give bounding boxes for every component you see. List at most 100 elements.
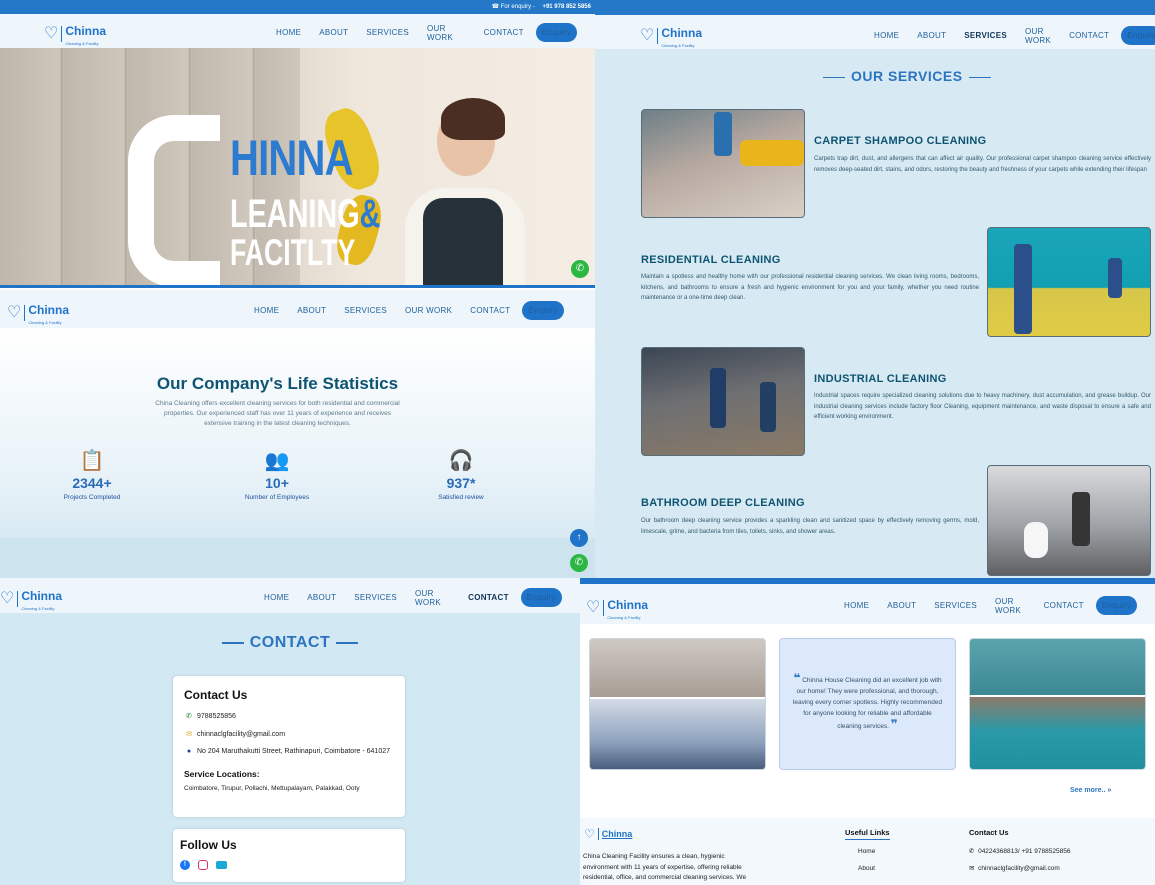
- enquiry-button[interactable]: Enquiry: [1121, 26, 1155, 45]
- contact-phone[interactable]: 9788525856: [197, 713, 236, 720]
- service-description: Carpets trap dirt, dust, and allergens t…: [814, 156, 1151, 173]
- quote-open-icon: ❝: [793, 671, 801, 685]
- enquiry-phone[interactable]: +91 978 852 5856: [542, 4, 591, 10]
- nav-our-work[interactable]: OUR WORK: [995, 597, 1026, 615]
- hero-title-hinna: HINNA: [230, 130, 353, 186]
- nav-home[interactable]: HOME: [874, 31, 899, 40]
- scroll-top-icon[interactable]: ↑: [570, 529, 588, 547]
- heart-logo-icon: ♡: [7, 304, 22, 321]
- footer-link-home[interactable]: Home: [858, 847, 875, 858]
- navbar: ♡ Chinna Cleaning & Facility HOME ABOUT S…: [0, 14, 595, 48]
- hero-title-leaning: LEANING&: [230, 192, 381, 236]
- phone-icon: ✆: [969, 848, 975, 855]
- clipboard-check-icon: 📋: [79, 450, 105, 472]
- stat-reviews: 🎧 937* Satisfied review: [401, 448, 521, 501]
- nav-home[interactable]: HOME: [264, 593, 289, 602]
- people-icon: 👥: [264, 450, 290, 472]
- facebook-icon[interactable]: f: [180, 860, 190, 870]
- footer: ♡ Chinna China Cleaning Facility ensures…: [580, 818, 1155, 885]
- whatsapp-icon[interactable]: ✆: [570, 554, 588, 572]
- hero-section: ☎ For enquiry - +91 978 852 5856 ♡ Chinn…: [0, 0, 595, 290]
- testimonial-card: ❝ Chinna House Cleaning did an excellent…: [779, 638, 956, 770]
- phone-icon: ✆: [186, 713, 192, 720]
- nav-contact[interactable]: CONTACT: [1044, 601, 1084, 610]
- industrial-cleaning-image: [641, 347, 805, 456]
- see-more-link[interactable]: See more.. »: [1070, 787, 1111, 794]
- enquiry-button[interactable]: Enquiry: [520, 588, 562, 607]
- instagram-icon[interactable]: [198, 860, 208, 870]
- service-description: Our bathroom deep cleaning service provi…: [641, 518, 979, 535]
- nav-about[interactable]: ABOUT: [319, 28, 348, 37]
- nav-services[interactable]: SERVICES: [934, 601, 977, 610]
- phone-icon: ☎: [491, 4, 500, 10]
- useful-links-title: Useful Links: [845, 828, 890, 840]
- stats-title: Our Company's Life Statistics: [156, 374, 399, 393]
- nav-contact[interactable]: CONTACT: [468, 593, 509, 602]
- nav-home[interactable]: HOME: [276, 28, 301, 37]
- footer-link-about[interactable]: About: [858, 864, 875, 875]
- services-title: OUR SERVICES: [817, 68, 997, 84]
- nav-our-work[interactable]: OUR WORK: [427, 24, 466, 42]
- work-gallery-image: [969, 638, 1146, 770]
- follow-title: Follow Us: [180, 838, 237, 852]
- contact-email[interactable]: chinnaclgfacility@gmail.com: [197, 731, 285, 738]
- logo[interactable]: ♡ Chinna Cleaning & Facility: [44, 22, 106, 46]
- testimonial-text: Chinna House Cleaning did an excellent j…: [792, 677, 943, 730]
- navbar: ♡ Chinna Cleaning & Facility HOME ABOUT S…: [580, 584, 1155, 624]
- logo[interactable]: ♡ Chinna Cleaning & Facility: [586, 596, 648, 620]
- heart-logo-icon: ♡: [0, 590, 15, 607]
- navbar: ♡ Chinna Cleaning & Facility HOME ABOUT S…: [0, 578, 580, 613]
- enquiry-button[interactable]: Enquiry: [1095, 596, 1137, 615]
- navbar: ♡ Chinna Cleaning & Facility HOME ABOUT S…: [595, 15, 1155, 49]
- service-locations: Coimbatore, Tirupur, Pollachi, Mettupala…: [184, 785, 360, 792]
- work-gallery-image: [589, 638, 766, 770]
- nav-contact[interactable]: CONTACT: [470, 306, 510, 315]
- logo[interactable]: ♡ Chinna Cleaning & Facility: [0, 587, 62, 611]
- whatsapp-icon[interactable]: ✆: [571, 260, 589, 278]
- nav-our-work[interactable]: OUR WORK: [1025, 27, 1051, 45]
- footer-logo[interactable]: ♡ Chinna: [584, 828, 632, 840]
- stat-projects: 📋 2344+ Projects Completed: [32, 448, 152, 501]
- nav-home[interactable]: HOME: [844, 601, 869, 610]
- enquiry-button[interactable]: Enquiry: [535, 23, 577, 42]
- nav-contact[interactable]: CONTACT: [484, 28, 524, 37]
- nav-about[interactable]: ABOUT: [307, 593, 336, 602]
- nav-about[interactable]: ABOUT: [297, 306, 326, 315]
- logo[interactable]: ♡ Chinna Cleaning & Facility: [640, 24, 702, 48]
- contact-address: No 204 Maruthakutti Street, Rathinapuri,…: [197, 748, 390, 755]
- stat-employees: 👥 10+ Number of Employees: [217, 448, 337, 501]
- headset-icon: 🎧: [448, 450, 474, 472]
- contact-card: Contact Us ✆ 9788525856 ✉ chinnaclgfacilit…: [173, 676, 405, 817]
- nav-our-work[interactable]: OUR WORK: [405, 306, 452, 315]
- carpet-cleaning-image: [641, 109, 805, 218]
- footer-email: ✉ chinnaclgfacility@gmail.com: [969, 865, 1060, 872]
- nav-home[interactable]: HOME: [254, 306, 279, 315]
- service-title: CARPET SHAMPOO CLEANING: [814, 135, 987, 147]
- nav-services[interactable]: SERVICES: [354, 593, 397, 602]
- nav-services[interactable]: SERVICES: [344, 306, 387, 315]
- top-bar: ☎ For enquiry - +91 978 852 5856: [0, 0, 595, 14]
- location-icon: ●: [186, 748, 192, 755]
- heart-logo-icon: ♡: [44, 25, 59, 42]
- service-description: Maintain a spotless and healthy home wit…: [641, 274, 979, 301]
- service-title: INDUSTRIAL CLEANING: [814, 373, 947, 385]
- nav-services[interactable]: SERVICES: [366, 28, 409, 37]
- logo[interactable]: ♡ Chinna Cleaning & Facility: [7, 301, 69, 325]
- quote-close-icon: ❞: [890, 717, 898, 731]
- stats-section: ♡ Chinna Cleaning & Facility HOME ABOUT S…: [0, 288, 595, 578]
- service-description: Industrial spaces require specialized cl…: [814, 393, 1151, 420]
- service-title: BATHROOM DEEP CLEANING: [641, 497, 805, 509]
- bathroom-cleaning-image: [987, 465, 1151, 576]
- nav-services[interactable]: SERVICES: [964, 31, 1007, 40]
- enquiry-button[interactable]: Enquiry: [522, 301, 564, 320]
- youtube-icon[interactable]: [216, 861, 227, 869]
- nav-our-work[interactable]: OUR WORK: [415, 589, 450, 607]
- double-chevron-icon: »: [1107, 787, 1112, 794]
- contact-title: CONTACT: [0, 634, 580, 652]
- work-section: ♡ Chinna Cleaning & Facility HOME ABOUT S…: [580, 578, 1155, 885]
- stats-description: China Cleaning offers excellent cleaning…: [155, 400, 400, 427]
- service-locations-title: Service Locations:: [184, 769, 260, 779]
- nav-about[interactable]: ABOUT: [887, 601, 916, 610]
- nav-about[interactable]: ABOUT: [917, 31, 946, 40]
- nav-contact[interactable]: CONTACT: [1069, 31, 1109, 40]
